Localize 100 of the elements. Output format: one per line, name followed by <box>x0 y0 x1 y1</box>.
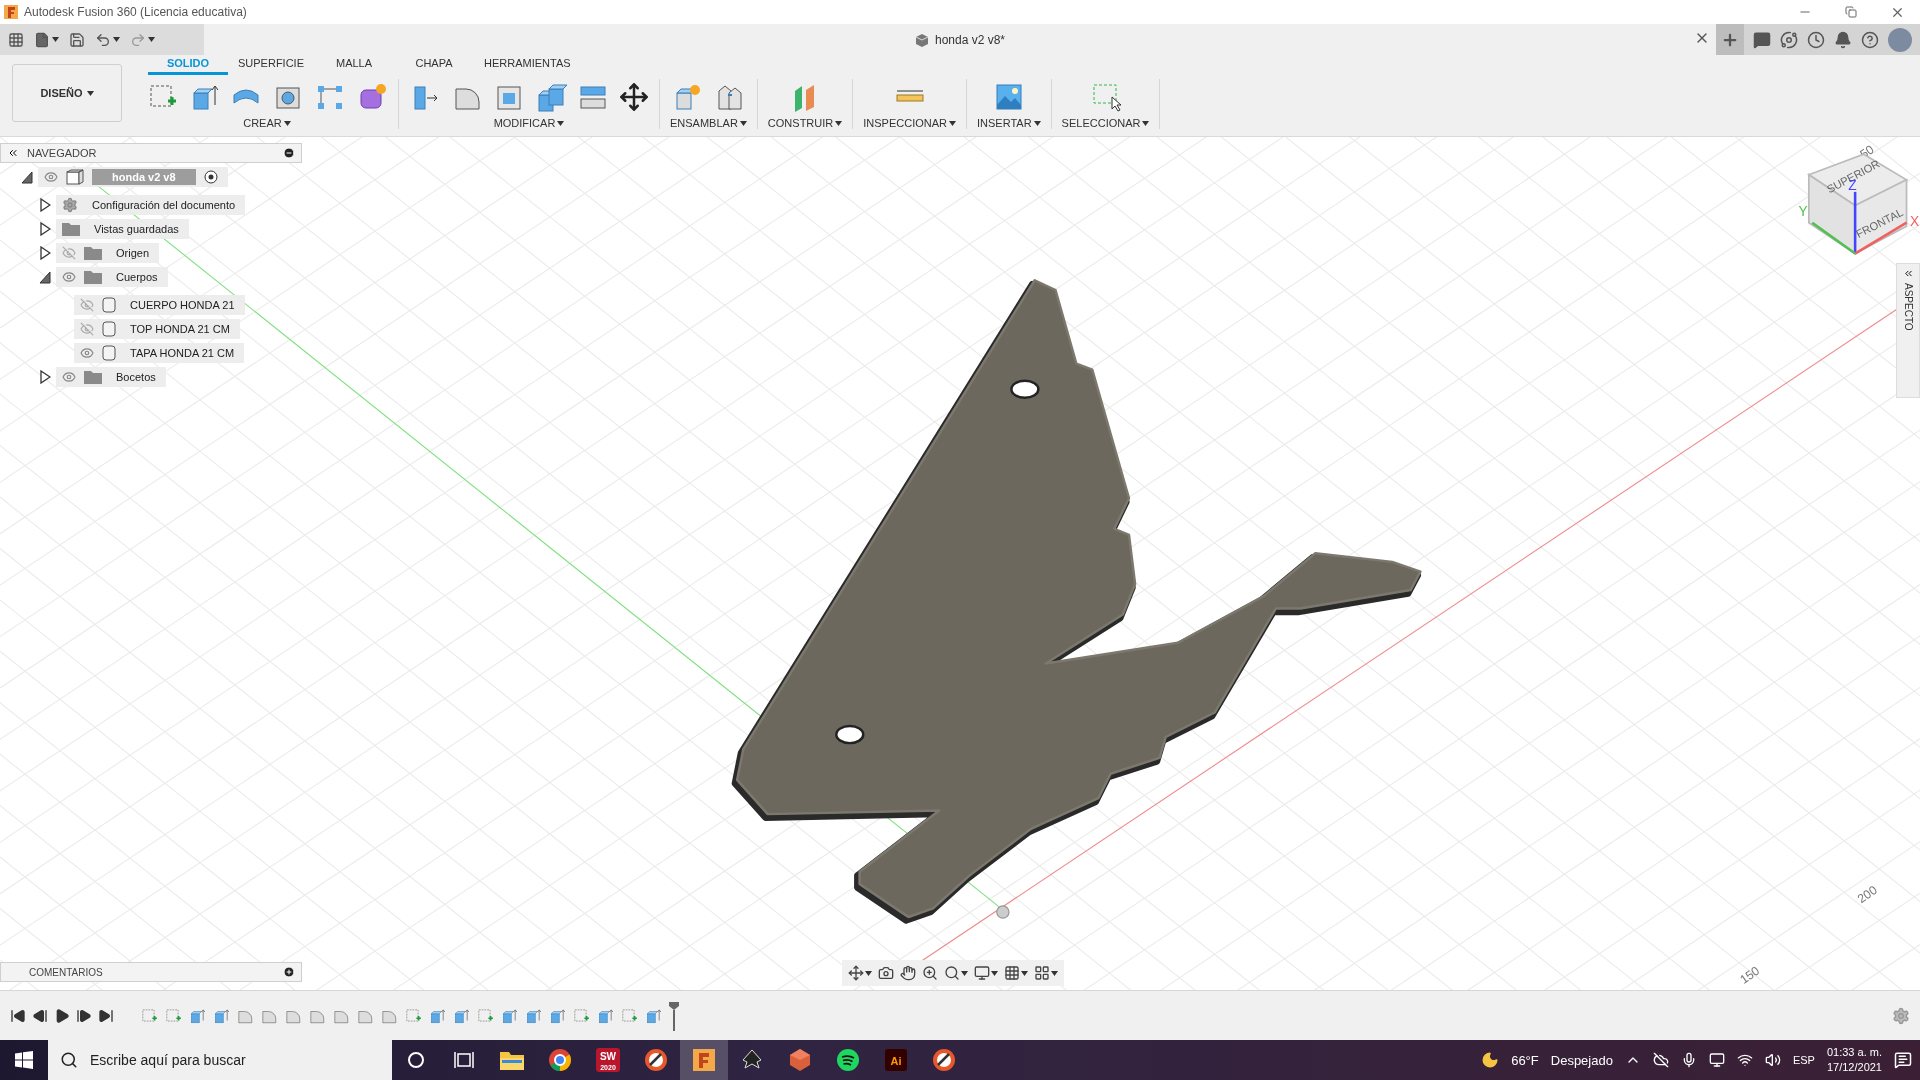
undo-button[interactable] <box>95 31 120 48</box>
caret-icon[interactable] <box>283 120 291 126</box>
expand-icon[interactable] <box>1902 268 1914 279</box>
extrude-icon[interactable] <box>212 1006 230 1025</box>
notifications-button[interactable] <box>1834 30 1852 49</box>
extrude-icon[interactable] <box>524 1006 542 1025</box>
active-radio-icon[interactable] <box>203 170 218 184</box>
eye-icon[interactable] <box>62 270 76 284</box>
minimize-icon[interactable] <box>283 147 295 159</box>
display-button[interactable] <box>974 965 998 981</box>
save-button[interactable] <box>69 31 85 48</box>
caret-icon[interactable] <box>86 90 94 96</box>
tool-group-menu[interactable]: INSPECCIONAR <box>863 117 956 129</box>
volume-icon[interactable] <box>1764 1052 1781 1068</box>
toolbar-tab[interactable]: SUPERFICIE <box>228 57 314 75</box>
windows-logo-icon[interactable] <box>15 1051 33 1069</box>
new-tab-button[interactable] <box>1716 24 1744 55</box>
move-icon[interactable] <box>619 82 649 112</box>
caret-icon[interactable] <box>557 120 565 126</box>
help-button[interactable] <box>1861 30 1879 49</box>
extrude-icon[interactable] <box>188 1006 206 1025</box>
caret-icon[interactable] <box>739 120 747 126</box>
history-button[interactable] <box>1807 30 1825 49</box>
caret-icon[interactable] <box>1051 970 1058 976</box>
extrude-icon[interactable] <box>644 1006 662 1025</box>
app-icon: Ai <box>884 1048 908 1072</box>
step-forward-button[interactable] <box>76 1007 92 1024</box>
extrude-icon[interactable] <box>596 1006 614 1025</box>
browser-icon <box>548 1048 572 1072</box>
expand-toggle-icon[interactable] <box>21 170 33 184</box>
tool-group-menu[interactable]: INSERTAR <box>977 117 1041 129</box>
timeline-marker-icon[interactable] <box>668 1000 680 1031</box>
caret-icon[interactable] <box>1142 120 1150 126</box>
restore-icon[interactable] <box>1845 6 1857 18</box>
expand-toggle-icon[interactable] <box>39 222 51 236</box>
extrude-icon[interactable] <box>548 1006 566 1025</box>
cloud-icon[interactable] <box>1652 1052 1669 1068</box>
eye-icon[interactable] <box>44 170 58 184</box>
caret-icon[interactable] <box>835 120 843 126</box>
orbit-button[interactable] <box>848 965 872 981</box>
chat-button[interactable] <box>1753 30 1771 49</box>
file-menu-button[interactable] <box>34 31 59 48</box>
viewports-button[interactable] <box>1034 965 1058 981</box>
collapse-icon[interactable] <box>7 147 19 159</box>
caret-icon[interactable] <box>113 37 120 42</box>
eye-icon[interactable] <box>62 370 76 384</box>
network-icon[interactable] <box>1736 1052 1753 1068</box>
caret-icon[interactable] <box>961 970 968 976</box>
caret-icon[interactable] <box>1021 970 1028 976</box>
clock[interactable]: 01:33 a. m. 17/12/2021 <box>1826 1045 1882 1075</box>
grid-button[interactable] <box>1004 965 1028 981</box>
play-button[interactable] <box>54 1007 70 1024</box>
temperature[interactable]: 66°F <box>1511 1052 1539 1068</box>
workspace-dropdown[interactable]: DISEÑO <box>12 64 122 122</box>
extrude-icon[interactable] <box>452 1006 470 1025</box>
tool-group-menu[interactable]: CONSTRUIR <box>767 117 843 129</box>
combine-icon[interactable] <box>535 81 567 113</box>
aspect-panel[interactable]: ASPECTO <box>1896 263 1920 398</box>
toolbar-tab[interactable]: HERRAMIENTAS <box>474 57 581 75</box>
caret-icon[interactable] <box>949 120 956 126</box>
expand-toggle-icon[interactable] <box>39 370 51 384</box>
eye-icon[interactable] <box>80 346 94 360</box>
caret-icon[interactable] <box>1033 120 1041 126</box>
display-icon[interactable] <box>1708 1052 1725 1068</box>
zoom-window-button[interactable] <box>944 965 968 981</box>
extrude-icon[interactable] <box>428 1006 446 1025</box>
extrude-icon[interactable] <box>500 1006 518 1025</box>
part-drawing[interactable] <box>731 279 1422 924</box>
add-comment-icon[interactable] <box>283 966 295 978</box>
tool-group-menu[interactable]: CREAR <box>243 117 291 129</box>
tool-group-menu[interactable]: SELECCIONAR <box>1061 117 1150 129</box>
taskbar-app[interactable]: Ai <box>872 1040 920 1080</box>
notifications-icon[interactable] <box>1894 1051 1912 1069</box>
expand-toggle-icon[interactable] <box>39 246 51 260</box>
search-field[interactable]: Escribe aquí para buscar <box>48 1040 392 1080</box>
search-icon[interactable] <box>60 1051 78 1069</box>
zoom-button[interactable] <box>922 965 938 981</box>
weather-condition[interactable]: Despejado <box>1550 1052 1613 1068</box>
task-view-icon <box>454 1051 474 1069</box>
caret-icon[interactable] <box>991 970 998 976</box>
caret-icon[interactable] <box>865 970 872 976</box>
pan-button[interactable] <box>900 965 916 981</box>
expand-toggle-icon[interactable] <box>39 198 51 212</box>
toolbar-tab[interactable]: CHAPA <box>394 57 474 75</box>
document-tab[interactable]: honda v2 v8* <box>204 24 1716 55</box>
tool-group-menu[interactable]: MODIFICAR <box>493 117 565 129</box>
redo-button[interactable] <box>130 31 155 48</box>
toolbar-tab[interactable]: MALLA <box>314 57 394 75</box>
moon-icon[interactable] <box>1481 1051 1500 1069</box>
apps-grid-button[interactable] <box>8 31 24 48</box>
go-to-end-button[interactable] <box>98 1007 114 1024</box>
look-at-button[interactable] <box>878 965 894 981</box>
step-back-button[interactable] <box>32 1007 48 1024</box>
expand-toggle-icon[interactable] <box>39 270 51 284</box>
sync-button[interactable] <box>1780 30 1798 49</box>
language-indicator[interactable]: ESP <box>1792 1054 1815 1066</box>
go-to-start-button[interactable] <box>10 1007 26 1024</box>
caret-icon[interactable] <box>148 37 155 42</box>
tool-group-menu[interactable]: ENSAMBLAR <box>670 117 747 129</box>
caret-icon[interactable] <box>52 37 59 42</box>
